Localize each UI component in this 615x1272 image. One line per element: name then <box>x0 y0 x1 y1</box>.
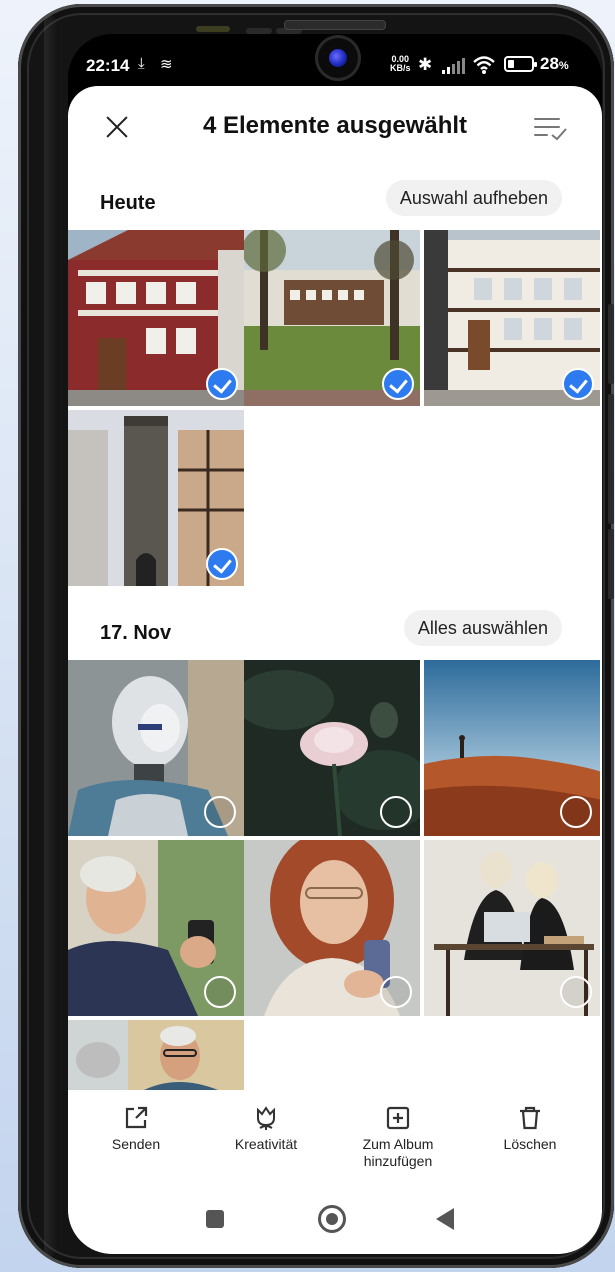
selected-check-icon[interactable] <box>382 368 414 400</box>
page-title: 4 Elemente ausgewählt <box>202 112 468 139</box>
back-button[interactable] <box>436 1208 454 1230</box>
photo-thumbnail[interactable] <box>424 840 600 1016</box>
earpiece-speaker <box>284 20 386 30</box>
select-all-button[interactable]: Alles auswählen <box>403 610 562 646</box>
status-time: 22:14 <box>86 56 130 75</box>
gallery-app: 4 Elemente ausgewählt Heute Auswahl aufh… <box>68 86 602 1254</box>
add-box-icon <box>386 1106 410 1130</box>
select-circle-icon[interactable] <box>560 976 592 1008</box>
select-circle-icon[interactable] <box>380 976 412 1008</box>
photo-thumbnail[interactable] <box>68 660 244 836</box>
volume-button <box>608 304 614 384</box>
photo-thumbnail[interactable] <box>424 660 600 836</box>
photo-thumbnail[interactable] <box>68 1020 244 1090</box>
select-circle-icon[interactable] <box>560 796 592 828</box>
section-header-nov17: 17. Nov Alles auswählen <box>68 608 602 658</box>
share-icon <box>125 1106 148 1129</box>
wifi-icon <box>472 55 496 80</box>
home-button[interactable] <box>318 1205 346 1233</box>
photo-thumbnail[interactable] <box>244 840 420 1016</box>
add-to-album-button[interactable]: Zum Album hinzufügen <box>338 1104 458 1170</box>
creativity-button[interactable]: Kreativität <box>206 1104 326 1153</box>
photo-thumbnail[interactable] <box>424 230 600 406</box>
battery-percent: 28% <box>540 54 569 74</box>
select-circle-icon[interactable] <box>380 796 412 828</box>
bluetooth-icon: ✱ <box>418 55 433 74</box>
photo-thumbnail[interactable] <box>244 660 420 836</box>
send-button[interactable]: Senden <box>76 1104 196 1153</box>
photo-thumbnail[interactable] <box>68 410 244 586</box>
recents-button[interactable] <box>206 1210 224 1228</box>
net-speed-unit: KB/s <box>390 63 411 73</box>
power-button <box>608 529 614 599</box>
selection-topbar: 4 Elemente ausgewählt <box>68 86 602 172</box>
delete-button[interactable]: Löschen <box>470 1104 590 1153</box>
select-circle-icon[interactable] <box>204 796 236 828</box>
photo-thumbnail[interactable] <box>68 230 244 406</box>
phone-frame: 22:14 ⤓ ≋ 0.00 KB/s ✱ 28% 4 Elemente ausg… <box>18 4 614 1268</box>
select-list-icon[interactable] <box>534 114 568 142</box>
action-label: Zum Album hinzufügen <box>362 1136 434 1169</box>
photo-grid-today <box>68 230 602 590</box>
selected-check-icon[interactable] <box>206 368 238 400</box>
trash-icon <box>520 1106 540 1130</box>
frame-glare <box>44 16 58 1256</box>
deselect-all-button[interactable]: Auswahl aufheben <box>385 180 562 216</box>
action-label: Kreativität <box>234 1136 298 1152</box>
select-circle-icon[interactable] <box>204 976 236 1008</box>
tulip-icon <box>257 1106 275 1130</box>
signal-icon <box>442 58 466 79</box>
status-bar: 22:14 ⤓ ≋ 0.00 KB/s ✱ 28% <box>68 34 602 92</box>
selected-check-icon[interactable] <box>206 548 238 580</box>
section-label: Heute <box>100 192 156 214</box>
frame-button <box>196 26 230 32</box>
system-nav-bar <box>68 1200 602 1254</box>
front-camera <box>318 38 358 78</box>
action-bar: Senden Kreativität Zum Album hinzufügen … <box>68 1090 602 1200</box>
screen: 22:14 ⤓ ≋ 0.00 KB/s ✱ 28% 4 Elemente ausg… <box>68 34 602 1254</box>
section-header-today: Heute Auswahl aufheben <box>68 178 602 228</box>
volume-button <box>608 394 614 524</box>
battery-unit: % <box>558 60 569 72</box>
sync-icon: ≋ <box>160 56 173 73</box>
photo-thumbnail[interactable] <box>68 840 244 1016</box>
action-label: Senden <box>111 1136 161 1152</box>
photo-grid-nov17 <box>68 660 602 1090</box>
battery-icon <box>504 56 537 72</box>
action-label: Löschen <box>503 1136 557 1152</box>
net-speed: 0.00 KB/s <box>390 55 411 73</box>
section-label: 17. Nov <box>100 622 172 644</box>
photo-thumbnail[interactable] <box>244 230 420 406</box>
selected-check-icon[interactable] <box>562 368 594 400</box>
download-icon: ⤓ <box>138 55 145 72</box>
battery-value: 28 <box>540 54 559 73</box>
